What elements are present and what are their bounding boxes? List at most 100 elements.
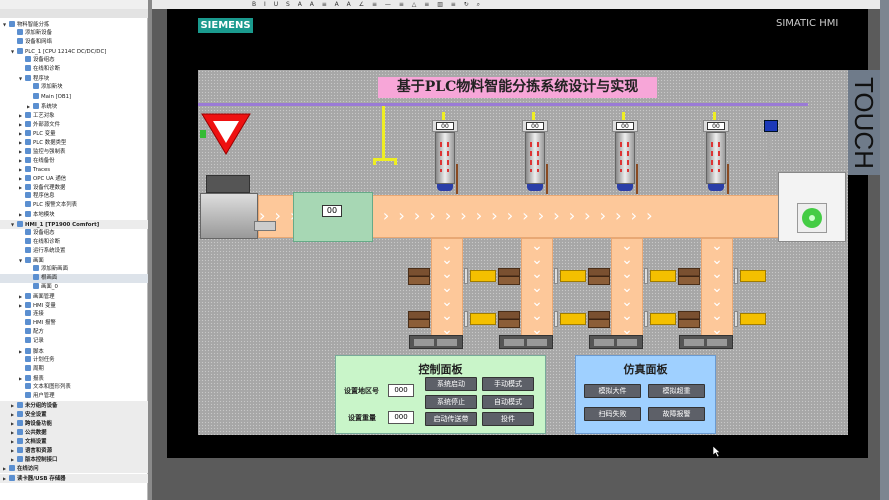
tree-node-icon — [17, 48, 23, 55]
tree-item[interactable]: HMI 报警 — [0, 319, 148, 328]
tree-node-icon — [25, 328, 31, 335]
system-start-button[interactable]: 系统启动 — [425, 377, 477, 391]
tree-item[interactable]: ▶ 跨设备功能 — [0, 419, 148, 429]
tree-item-label: 版本控制接口 — [25, 457, 58, 464]
tree-item[interactable]: ▶ PLC 变量 — [0, 129, 148, 138]
tree-item[interactable]: ▶ 在线备份 — [0, 156, 148, 165]
overhead-rail — [198, 103, 808, 106]
parcel-box — [678, 311, 700, 328]
tree-item[interactable]: ▶ 版本控制接口 — [0, 455, 148, 465]
tree-item[interactable]: ▶ 外部源文件 — [0, 120, 148, 129]
tree-item[interactable]: 周期 — [0, 364, 148, 374]
tree-item-label: HMI_1 [TP1900 Comfort] — [25, 221, 100, 228]
fault-alarm-button[interactable]: 故障报警 — [648, 407, 705, 421]
tree-item[interactable]: 在线和诊断 — [0, 237, 148, 247]
splitter[interactable] — [148, 0, 152, 500]
tree-item[interactable]: ▶ 工艺对象 — [0, 111, 148, 120]
simulate-overweight-button[interactable]: 模拟超重 — [648, 384, 705, 398]
tree-item-label: Traces — [33, 167, 51, 174]
tree-item[interactable]: 添加新设备 — [0, 29, 148, 38]
tree-item[interactable]: ▶ 报表 — [0, 374, 148, 383]
tree-node-icon — [25, 184, 31, 191]
silo-display: 00 — [616, 122, 634, 130]
tree-node-icon — [25, 201, 31, 208]
tree-node-icon — [9, 474, 15, 481]
tree-item[interactable]: 记录 — [0, 337, 148, 346]
tree-item[interactable]: ▼ 程序块 — [0, 74, 148, 83]
tree-item[interactable]: 添加新块 — [0, 83, 148, 92]
tree-item[interactable]: ▶ 监控与强制表 — [0, 147, 148, 156]
tree-node-icon — [25, 111, 31, 118]
tree-item[interactable]: 设备组态 — [0, 56, 148, 65]
tree-item[interactable]: ▶ 未分组的设备 — [0, 400, 148, 410]
tree-node-icon — [17, 29, 23, 36]
tree-item[interactable]: 画面_0 — [0, 283, 148, 292]
tree-item[interactable]: ▼ 画面 — [0, 256, 148, 265]
tree-item[interactable]: ▶ 文档设置 — [0, 437, 148, 447]
tree-item[interactable]: ▶ 在线访问 — [0, 464, 148, 474]
project-tree: ▼ 物料智能分拣 添加新设备 设备和网络 ▼ PLC_1 [CPU 1214C DC/DC… — [0, 0, 148, 500]
tree-item[interactable]: ▶ 画面管理 — [0, 292, 148, 301]
tree-item-label: 记录 — [33, 338, 44, 345]
tree-item[interactable]: ▼ 物料智能分拣 — [0, 20, 148, 29]
tree-node-icon — [25, 347, 31, 354]
tree-item[interactable]: ▶ HMI 变量 — [0, 301, 148, 310]
tree-item[interactable]: 文本和图形列表 — [0, 382, 148, 392]
tree-item[interactable]: 根画面 — [0, 273, 148, 283]
pusher-cylinder — [644, 311, 676, 327]
tree-item[interactable]: ▶ 脚本 — [0, 347, 148, 356]
tree-item[interactable]: 配方 — [0, 328, 148, 337]
pusher-cylinder — [734, 268, 766, 284]
branch-conveyor: ⌄ ⌄ ⌄ ⌄ ⌄ ⌄ ⌄ — [611, 238, 643, 336]
tree-node-icon — [33, 102, 39, 109]
tree-node-icon — [25, 310, 31, 317]
simulate-large-button[interactable]: 模拟大件 — [584, 384, 641, 398]
auto-mode-button[interactable]: 自动模式 — [482, 395, 534, 409]
tree-item[interactable]: PLC 报警文本列表 — [0, 201, 148, 210]
tree-item[interactable]: Main [OB1] — [0, 92, 148, 102]
tree-node-icon — [9, 465, 15, 472]
parcel-box — [408, 311, 430, 328]
tree-item-label: 公共数据 — [25, 430, 47, 437]
tree-node-icon — [17, 220, 23, 227]
tree-item[interactable]: 添加新画面 — [0, 264, 148, 274]
tree-item[interactable]: ▶ 设备代理数据 — [0, 183, 148, 192]
tree-item[interactable]: ▶ 本地模块 — [0, 210, 148, 219]
tree-item[interactable]: ▶ 读卡器/USB 存储器 — [0, 473, 148, 483]
area-input[interactable]: 000 — [388, 384, 414, 397]
system-stop-button[interactable]: 系统停止 — [425, 395, 477, 409]
scan-fail-button[interactable]: 扫码失败 — [584, 407, 641, 421]
tree-item[interactable]: ▶ Traces — [0, 165, 148, 174]
tree-item-label: 安全设置 — [25, 412, 47, 418]
tree-item-label: 文本和图形列表 — [33, 383, 71, 390]
weight-input[interactable]: 000 — [388, 411, 414, 424]
format-toolbar[interactable]: B I U S A A ≡ A A ∠ ≡ — ≡ △ ≡ ▥ ≡ ↻ ⌕ — [152, 0, 880, 9]
tree-item-label: 脚本 — [33, 348, 44, 355]
tree-item-label: 系统块 — [41, 103, 58, 110]
tree-item[interactable]: ▼ HMI_1 [TP1900 Comfort] — [0, 219, 148, 229]
tree-item[interactable]: ▶ 公共数据 — [0, 428, 148, 438]
parcel-box — [498, 311, 520, 328]
tree-item[interactable]: ▶ PLC 数据类型 — [0, 138, 148, 147]
tree-item[interactable]: ▶ OPC UA 通信 — [0, 174, 148, 183]
manual-mode-button[interactable]: 手动模式 — [482, 377, 534, 391]
tree-item-label: 添加新画面 — [41, 265, 68, 272]
tree-item[interactable]: 运行系统设置 — [0, 246, 148, 256]
tree-item-label: 在线和诊断 — [33, 66, 60, 73]
tree-item-label: 报表 — [33, 375, 44, 382]
tree-item[interactable]: ▶ 系统块 — [0, 102, 148, 111]
tree-item[interactable]: 设备和网络 — [0, 38, 148, 47]
tree-item[interactable]: ▼ PLC_1 [CPU 1214C DC/DC/DC] — [0, 47, 148, 56]
tree-item[interactable]: 连接 — [0, 310, 148, 319]
tree-item[interactable]: 在线和诊断 — [0, 65, 148, 74]
tree-item[interactable]: 用户管理 — [0, 391, 148, 401]
drop-item-button[interactable]: 投件 — [482, 412, 534, 426]
tree-item[interactable]: 计划任务 — [0, 355, 148, 365]
start-conveyor-button[interactable]: 启动传送带 — [425, 412, 477, 426]
tree-item-label: 未分组的设备 — [25, 402, 58, 409]
collection-pallet — [679, 335, 733, 349]
tree-item[interactable]: ▶ 安全设置 — [0, 410, 148, 419]
tree-item[interactable]: ▶ 语言和资源 — [0, 446, 148, 456]
tree-item[interactable]: 设备组态 — [0, 228, 148, 238]
tree-item[interactable]: 程序信息 — [0, 192, 148, 201]
